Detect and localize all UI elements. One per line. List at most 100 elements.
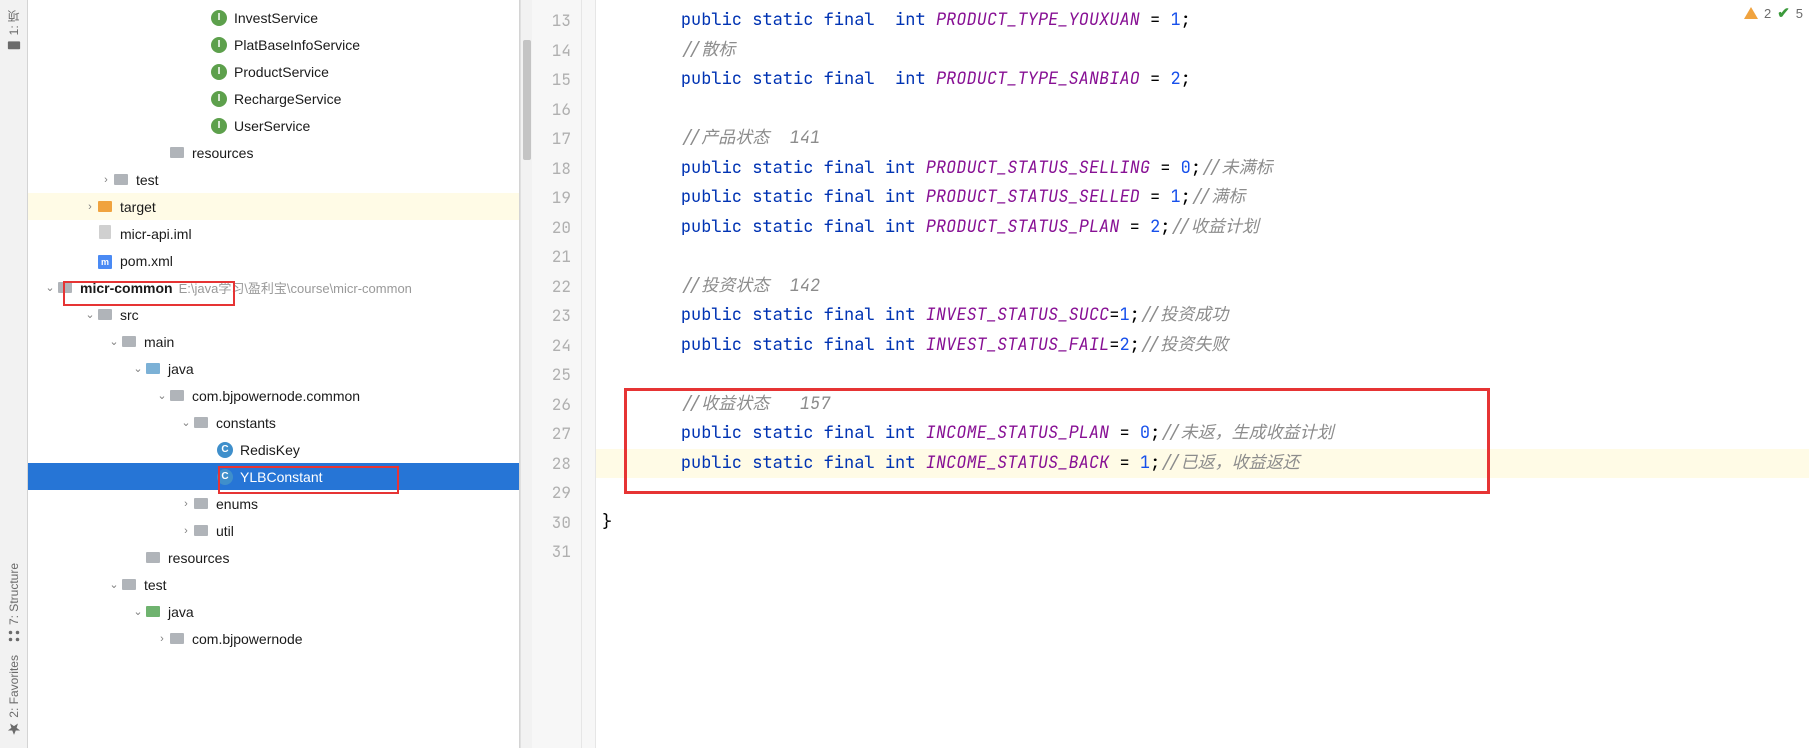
code-line-19[interactable]: public static final int PRODUCT_STATUS_S…	[596, 183, 1809, 213]
expand-arrow-icon[interactable]: ⌄	[108, 335, 120, 348]
tree-row-investservice[interactable]: IInvestService	[28, 4, 519, 31]
line-number[interactable]: 31	[532, 537, 581, 567]
line-number[interactable]: 19	[532, 183, 581, 213]
tree-item-label: constants	[216, 415, 276, 431]
code-line-16[interactable]	[596, 95, 1809, 125]
tree-row-test[interactable]: ›test	[28, 166, 519, 193]
inspection-status[interactable]: 2 ✔ 5	[1744, 4, 1803, 22]
line-number[interactable]: 14	[532, 36, 581, 66]
code-line-18[interactable]: public static final int PRODUCT_STATUS_S…	[596, 154, 1809, 184]
tree-item-label: com.bjpowernode.common	[192, 388, 360, 404]
tree-row-constants[interactable]: ⌄ constants	[28, 409, 519, 436]
structure-tool-button[interactable]: 7: Structure	[7, 563, 21, 643]
code-line-24[interactable]: public static final int INVEST_STATUS_FA…	[596, 331, 1809, 361]
line-number[interactable]: 22	[532, 272, 581, 302]
line-number[interactable]: 28	[532, 449, 581, 479]
line-number[interactable]: 24	[532, 331, 581, 361]
project-tree[interactable]: IInvestServiceIPlatBaseInfoServiceIProdu…	[28, 0, 519, 652]
line-number[interactable]: 23	[532, 301, 581, 331]
tree-row-pom-xml[interactable]: pom.xml	[28, 247, 519, 274]
expand-arrow-icon[interactable]: ⌄	[108, 578, 120, 591]
code-line-30[interactable]: }	[596, 508, 1809, 538]
expand-arrow-icon[interactable]: ⌄	[44, 281, 56, 294]
line-number[interactable]: 18	[532, 154, 581, 184]
expand-arrow-icon[interactable]: ⌄	[84, 308, 96, 321]
code-line-17[interactable]: //产品状态 141	[596, 124, 1809, 154]
line-number[interactable]: 15	[532, 65, 581, 95]
tree-row-test[interactable]: ⌄test	[28, 571, 519, 598]
code-area[interactable]: public static final int PRODUCT_TYPE_YOU…	[596, 0, 1809, 748]
tree-item-label: resources	[192, 145, 253, 161]
tree-row-resources[interactable]: resources	[28, 544, 519, 571]
tree-row-productservice[interactable]: IProductService	[28, 58, 519, 85]
tree-row-platbaseinfoservice[interactable]: IPlatBaseInfoService	[28, 31, 519, 58]
code-line-28[interactable]: public static final int INCOME_STATUS_BA…	[596, 449, 1809, 479]
line-number[interactable]: 27	[532, 419, 581, 449]
fold-gutter[interactable]	[582, 0, 596, 748]
code-line-23[interactable]: public static final int INVEST_STATUS_SU…	[596, 301, 1809, 331]
tree-row-userservice[interactable]: IUserService	[28, 112, 519, 139]
project-scrollbar[interactable]	[520, 0, 532, 748]
code-line-22[interactable]: //投资状态 142	[596, 272, 1809, 302]
comment-text: //产品状态 141	[640, 127, 820, 149]
code-line-27[interactable]: public static final int INCOME_STATUS_PL…	[596, 419, 1809, 449]
tree-row-util[interactable]: ›util	[28, 517, 519, 544]
tree-row-com-bjpowernode-common[interactable]: ⌄ com.bjpowernode.common	[28, 382, 519, 409]
field-name: PRODUCT_STATUS_SELLED	[926, 186, 1140, 208]
line-number[interactable]: 25	[532, 360, 581, 390]
tree-item-label: RedisKey	[240, 442, 300, 458]
line-number[interactable]: 20	[532, 213, 581, 243]
project-tree-panel: IInvestServiceIPlatBaseInfoServiceIProdu…	[28, 0, 520, 748]
tree-row-java[interactable]: ⌄java	[28, 598, 519, 625]
expand-arrow-icon[interactable]: ⌄	[156, 389, 168, 402]
tree-item-label: UserService	[234, 118, 310, 134]
expand-arrow-icon[interactable]: ⌄	[132, 605, 144, 618]
tree-row-resources[interactable]: resources	[28, 139, 519, 166]
tree-row-main[interactable]: ⌄main	[28, 328, 519, 355]
line-number[interactable]: 17	[532, 124, 581, 154]
line-number-gutter[interactable]: 13141516171819202122232425262728293031	[532, 0, 582, 748]
code-line-15[interactable]: public static final int PRODUCT_TYPE_SAN…	[596, 65, 1809, 95]
tree-row-rediskey[interactable]: CRedisKey	[28, 436, 519, 463]
line-number[interactable]: 13	[532, 6, 581, 36]
field-name: PRODUCT_STATUS_SELLING	[926, 157, 1150, 179]
expand-arrow-icon[interactable]: ⌄	[132, 362, 144, 375]
expand-arrow-icon[interactable]: ›	[100, 174, 112, 186]
favorites-tool-button[interactable]: 2: Favorites	[7, 655, 21, 736]
tree-row-rechargeservice[interactable]: IRechargeService	[28, 85, 519, 112]
code-line-13[interactable]: public static final int PRODUCT_TYPE_YOU…	[596, 6, 1809, 36]
line-number[interactable]: 21	[532, 242, 581, 272]
tree-row-ylbconstant[interactable]: CYLBConstant	[28, 463, 519, 490]
tree-row-enums[interactable]: ›enums	[28, 490, 519, 517]
code-line-26[interactable]: //收益状态 157	[596, 390, 1809, 420]
expand-arrow-icon[interactable]: ⌄	[180, 416, 192, 429]
code-line-20[interactable]: public static final int PRODUCT_STATUS_P…	[596, 213, 1809, 243]
tree-row-java[interactable]: ⌄java	[28, 355, 519, 382]
number-literal: 1	[1170, 186, 1180, 208]
line-number[interactable]: 16	[532, 95, 581, 125]
expand-arrow-icon[interactable]: ›	[156, 633, 168, 645]
expand-arrow-icon[interactable]: ›	[84, 201, 96, 213]
tree-item-label: resources	[168, 550, 229, 566]
project-tool-button[interactable]: 1: 项	[5, 10, 22, 53]
code-line-21[interactable]	[596, 242, 1809, 272]
scrollbar-thumb[interactable]	[523, 40, 531, 160]
line-number[interactable]: 30	[532, 508, 581, 538]
tree-row-target[interactable]: ›target	[28, 193, 519, 220]
line-number[interactable]: 29	[532, 478, 581, 508]
tree-row-micr-api-iml[interactable]: micr-api.iml	[28, 220, 519, 247]
field-name: PRODUCT_TYPE_SANBIAO	[936, 68, 1140, 90]
line-number[interactable]: 26	[532, 390, 581, 420]
expand-arrow-icon[interactable]: ›	[180, 498, 192, 510]
code-line-25[interactable]	[596, 360, 1809, 390]
code-line-29[interactable]	[596, 478, 1809, 508]
tree-row-com-bjpowernode[interactable]: ›com.bjpowernode	[28, 625, 519, 652]
check-count: 5	[1796, 6, 1803, 21]
folder-icon	[168, 630, 186, 648]
tree-row-micr-common[interactable]: ⌄micr-commonE:\java学习\盈利宝\course\micr-co…	[28, 274, 519, 301]
code-line-31[interactable]	[596, 537, 1809, 567]
tree-row-src[interactable]: ⌄ src	[28, 301, 519, 328]
tree-item-label: src	[120, 307, 139, 323]
expand-arrow-icon[interactable]: ›	[180, 525, 192, 537]
code-line-14[interactable]: //散标	[596, 36, 1809, 66]
